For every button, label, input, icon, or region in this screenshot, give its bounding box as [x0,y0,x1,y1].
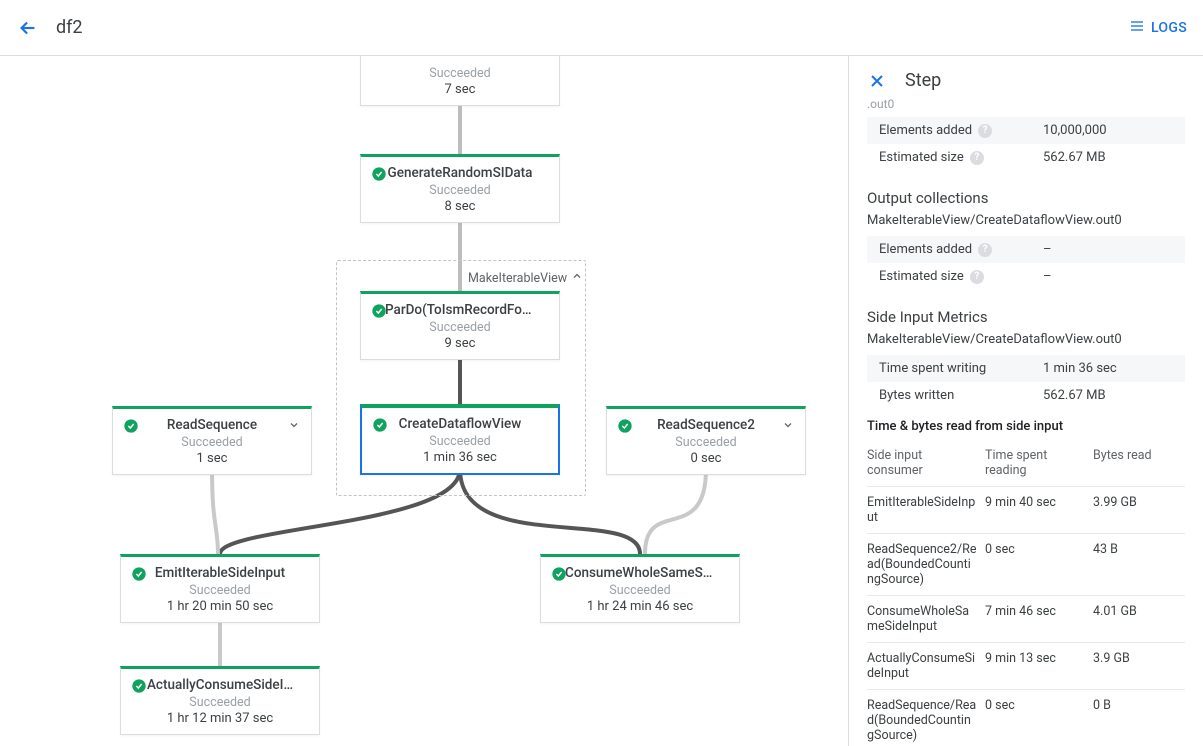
side-input-name: MakeIterableView/CreateDataflowView.out0 [867,332,1185,347]
table-row: ReadSequence/Read(BoundedCountingSource)… [867,689,1185,746]
table-row: ConsumeWholeSameSideInput 7 min 46 sec 4… [867,595,1185,642]
node-time: 0 sec [617,451,795,466]
node-time: 1 hr 20 min 50 sec [131,599,309,614]
graph-area[interactable]: _ Succeeded 7 sec GenerateRandomSIData S… [0,56,849,746]
help-icon[interactable]: ? [978,243,992,257]
chevron-down-icon[interactable] [287,419,301,433]
output-name: MakeIterableView/CreateDataflowView.out0 [867,213,1185,228]
check-icon [551,566,567,582]
step-node-create-dataflow-view[interactable]: CreateDataflowView Succeeded 1 min 36 se… [360,404,560,475]
logs-button[interactable]: LOGS [1129,18,1187,38]
main-area: _ Succeeded 7 sec GenerateRandomSIData S… [0,56,1203,746]
table-row: EmitIterableSideInput 9 min 40 sec 3.99 … [867,486,1185,533]
chevron-up-icon [571,270,583,286]
node-status: Succeeded [372,434,548,449]
close-icon[interactable] [867,71,887,91]
node-name: ParDo(ToIsmRecordFor… [385,302,535,318]
metric-row: Estimated size? 562.67 MB [867,144,1185,171]
graph-canvas: _ Succeeded 7 sec GenerateRandomSIData S… [0,56,848,746]
node-status: Succeeded [371,320,549,335]
si-read-title: Time & bytes read from side input [867,419,1185,434]
node-status: Succeeded [131,695,309,710]
node-status: Succeeded [131,583,309,598]
node-name: ConsumeWholeSameSi… [565,565,715,581]
logs-label: LOGS [1151,20,1187,36]
step-node-actually-consume[interactable]: ActuallyConsumeSideI… Succeeded 1 hr 12 … [120,666,320,735]
group-label[interactable]: MakeIterableView [468,270,583,286]
node-name: CreateDataflowView [399,416,522,432]
node-name: ReadSequence2 [657,417,755,433]
outo-text: .out0 [867,97,1185,111]
metric-row: Estimated size? – [867,263,1185,290]
metric-row: Bytes written 562.67 MB [867,382,1185,409]
step-node-top[interactable]: _ Succeeded 7 sec [360,56,560,106]
node-time: 1 hr 12 min 37 sec [131,711,309,726]
top-bar: df2 LOGS [0,0,1203,56]
check-icon [617,418,633,434]
node-time: 1 sec [123,451,301,466]
metric-row: Elements added? – [867,236,1185,263]
input-metrics: Elements added? 10,000,000 Estimated siz… [867,117,1185,171]
node-time: 1 min 36 sec [372,450,548,465]
check-icon [123,418,139,434]
side-input-metrics-title: Side Input Metrics [867,308,1185,326]
node-time: 8 sec [371,199,549,214]
output-metrics: Elements added? – Estimated size? – [867,236,1185,290]
check-icon [131,566,147,582]
table-row: ReadSequence2/Read(BoundedCountingSource… [867,533,1185,595]
step-node-generate-random[interactable]: GenerateRandomSIData Succeeded 8 sec [360,154,560,223]
node-time: 1 hr 24 min 46 sec [551,599,729,614]
metric-row: Elements added? 10,000,000 [867,117,1185,144]
node-status: Succeeded [551,583,729,598]
node-status: Succeeded [617,435,795,450]
chevron-down-icon[interactable] [781,419,795,433]
si-read-table: Side input consumer Time spent reading B… [867,440,1185,746]
step-node-consume-whole[interactable]: ConsumeWholeSameSi… Succeeded 1 hr 24 mi… [540,554,740,623]
check-icon [372,417,388,433]
node-name: ReadSequence [167,417,257,433]
node-status: Succeeded [371,183,549,198]
back-arrow-icon[interactable] [16,16,40,40]
check-icon [371,166,387,182]
job-title: df2 [56,17,1113,38]
node-status: Succeeded [371,66,549,81]
metric-row: Time spent writing 1 min 36 sec [867,355,1185,382]
check-icon [371,303,387,319]
help-icon[interactable]: ? [978,124,992,138]
side-panel: Step .out0 Elements added? 10,000,000 Es… [849,56,1203,746]
node-name: EmitIterableSideInput [155,565,285,581]
step-node-read-sequence[interactable]: ReadSequence Succeeded 1 sec [112,406,312,475]
side-input-metrics: Time spent writing 1 min 36 sec Bytes wr… [867,355,1185,409]
step-node-read-sequence2[interactable]: ReadSequence2 Succeeded 0 sec [606,406,806,475]
node-name: GenerateRandomSIData [388,165,533,181]
help-icon[interactable]: ? [970,270,984,284]
node-status: Succeeded [123,435,301,450]
check-icon [131,678,147,694]
logs-icon [1129,18,1145,38]
panel-title: Step [905,70,941,91]
table-row: ActuallyConsumeSideInput 9 min 13 sec 3.… [867,642,1185,689]
step-node-pardo[interactable]: ParDo(ToIsmRecordFor… Succeeded 9 sec [360,291,560,360]
help-icon[interactable]: ? [970,151,984,165]
node-name: ActuallyConsumeSideI… [147,677,293,693]
step-node-emit-iterable[interactable]: EmitIterableSideInput Succeeded 1 hr 20 … [120,554,320,623]
output-collections-title: Output collections [867,189,1185,207]
node-time: 7 sec [371,82,549,97]
node-time: 9 sec [371,336,549,351]
